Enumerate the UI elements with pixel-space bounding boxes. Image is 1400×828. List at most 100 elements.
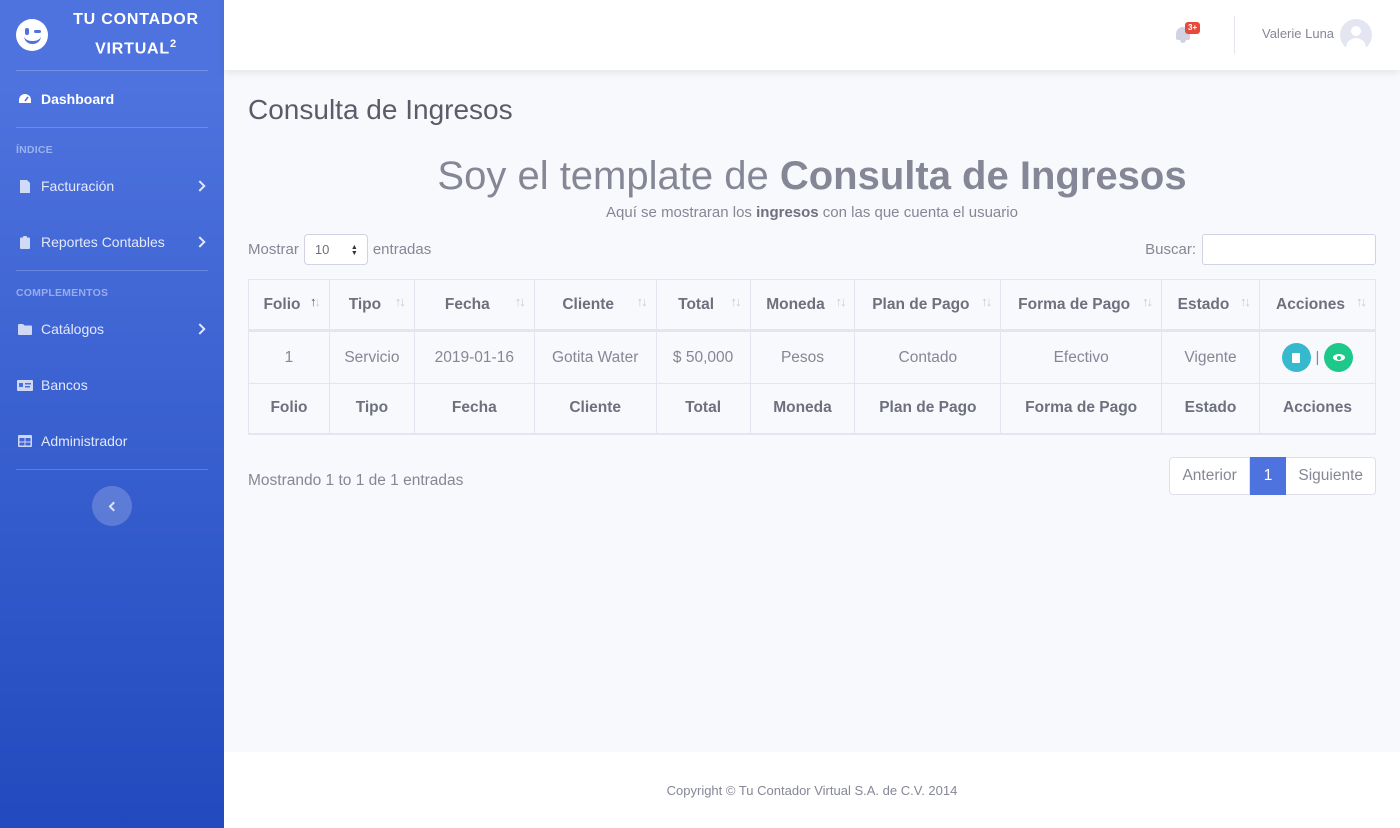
column-header-folio[interactable]: Folio ↑↓ [248, 279, 330, 332]
column-header-total[interactable]: Total ↑↓ [655, 279, 751, 332]
footer-fecha: Fecha [413, 383, 535, 435]
footer-acciones: Acciones [1258, 383, 1377, 435]
brand-line1: TU CONTADOR [73, 11, 199, 29]
search-label: Buscar: [1145, 240, 1196, 258]
sidebar-item-dashboard[interactable]: Dashboard [0, 71, 224, 127]
sort-icon: ↑↓ [835, 294, 846, 309]
brand-superscript: 2 [170, 38, 177, 51]
sort-icon: ↑↓ [1356, 294, 1367, 309]
page-length-control: Mostrar 10 ▲ ▼ entradas [248, 233, 431, 265]
tachometer-icon [16, 92, 34, 106]
footer-plan-de-pago: Plan de Pago [854, 383, 1002, 435]
hero-subtitle: Aquí se mostraran los ingresos con las q… [248, 204, 1376, 221]
column-label: Forma de Pago [1018, 295, 1131, 313]
table-icon [16, 434, 34, 448]
column-label: Fecha [444, 295, 490, 313]
footer-folio: Folio [248, 383, 330, 435]
sidebar-heading-complementos: COMPLEMENTOS [16, 287, 109, 299]
ingresos-table: Folio ↑↓ Tipo ↑↓ Fecha ↑↓ Cliente ↑↓ Total ↑↓… [248, 279, 1377, 435]
hero-heading: Soy el template de Consulta de Ingresos [248, 152, 1376, 200]
file-icon [1292, 352, 1301, 363]
topbar-divider [1234, 16, 1235, 54]
hero-prefix: Soy el template de [437, 154, 780, 198]
table-row: 1 Servicio 2019-01-16 Gotita Water $ 50,… [248, 330, 1377, 384]
footer-total: Total [655, 383, 751, 435]
sidebar-item-label: Facturación [41, 178, 115, 194]
main-content: Consulta de Ingresos Soy el template de … [224, 70, 1400, 752]
cell-forma-de-pago: Efectivo [1000, 330, 1163, 384]
entries-label: entradas [372, 240, 432, 258]
user-name[interactable]: Valerie Luna [1262, 26, 1334, 41]
user-avatar-icon[interactable] [1340, 19, 1372, 51]
footer: Copyright © Tu Contador Virtual S.A. de … [224, 752, 1400, 828]
column-label: Plan de Pago [872, 295, 970, 313]
sidebar-item-facturacion[interactable]: Facturación [0, 158, 224, 214]
subtitle-suffix: con las que cuenta el usuario [818, 204, 1018, 221]
footer-estado: Estado [1161, 383, 1260, 435]
view-document-button[interactable] [1281, 343, 1311, 372]
subtitle-prefix: Aquí se mostraran los [606, 204, 757, 221]
file-icon [16, 179, 34, 193]
footer-cliente: Cliente [533, 383, 657, 435]
footer-forma-de-pago: Forma de Pago [1000, 383, 1163, 435]
table-controls: Mostrar 10 ▲ ▼ entradas Buscar: [248, 233, 1376, 279]
table-footer-row: Folio Tipo Fecha Cliente Total Moneda Pl… [248, 383, 1377, 435]
notification-count-badge: 3+ [1185, 22, 1201, 34]
column-header-moneda[interactable]: Moneda ↑↓ [749, 279, 856, 332]
table-info: Mostrando 1 to 1 de 1 entradas [248, 472, 464, 489]
sidebar-item-catalogos[interactable]: Catálogos [0, 301, 224, 357]
sidebar-heading-indice: ÍNDICE [16, 144, 53, 156]
search-input[interactable] [1202, 233, 1376, 265]
cell-moneda: Pesos [749, 330, 856, 384]
cell-acciones: | [1258, 330, 1377, 384]
brand[interactable]: TU CONTADOR VIRTUAL2 [0, 0, 224, 70]
footer-tipo: Tipo [328, 383, 415, 435]
eye-icon [1332, 354, 1345, 361]
sidebar-item-administrador[interactable]: Administrador [0, 413, 224, 469]
cell-folio: 1 [248, 330, 330, 384]
sidebar-item-bancos[interactable]: Bancos [0, 357, 224, 413]
sidebar-item-reportes-contables[interactable]: Reportes Contables [0, 214, 224, 270]
page-length-value: 10 [314, 241, 330, 257]
pagination-next-button[interactable]: Siguiente [1286, 457, 1376, 495]
cell-total: $ 50,000 [655, 330, 751, 384]
page-length-select[interactable]: 10 ▲ ▼ [303, 233, 368, 265]
sort-icon: ↑↓ [981, 294, 992, 309]
column-label: Folio [263, 295, 301, 313]
column-header-estado[interactable]: Estado ↑↓ [1161, 279, 1260, 332]
pagination-previous-button[interactable]: Anterior [1169, 457, 1250, 495]
sort-icon: ↑↓ [394, 294, 406, 309]
column-label: Moneda [766, 295, 825, 313]
column-header-forma-de-pago[interactable]: Forma de Pago ↑↓ [1000, 279, 1163, 332]
folder-icon [16, 322, 34, 336]
column-label: Estado [1177, 295, 1230, 313]
cell-plan-de-pago: Contado [854, 330, 1002, 384]
pagination-page-button[interactable]: 1 [1249, 457, 1287, 495]
sidebar-item-label: Bancos [41, 377, 88, 393]
action-separator: | [1315, 349, 1320, 366]
brand-line2: VIRTUAL [95, 40, 170, 58]
column-header-acciones[interactable]: Acciones ↑↓ [1258, 279, 1377, 332]
search-control: Buscar: [1145, 233, 1376, 265]
topbar: 3+ Valerie Luna [224, 0, 1400, 70]
row-actions: | [1281, 343, 1354, 372]
view-details-button[interactable] [1324, 343, 1354, 372]
hero-bold: Consulta de Ingresos [779, 154, 1187, 198]
sort-icon: ↑↓ [514, 294, 526, 309]
column-header-fecha[interactable]: Fecha ↑↓ [413, 279, 535, 332]
sort-icon: ↑↓ [1142, 294, 1153, 309]
column-label: Acciones [1276, 295, 1345, 313]
column-header-cliente[interactable]: Cliente ↑↓ [533, 279, 657, 332]
show-label: Mostrar [248, 240, 299, 258]
sort-icon: ↑↓ [730, 294, 742, 309]
column-header-plan-de-pago[interactable]: Plan de Pago ↑↓ [854, 279, 1002, 332]
sort-icon: ↑↓ [1239, 294, 1251, 309]
chevron-left-icon [108, 501, 119, 511]
column-header-tipo[interactable]: Tipo ↑↓ [328, 279, 415, 332]
sidebar-item-label: Dashboard [41, 91, 115, 107]
sort-asc-icon: ↑↓ [309, 294, 321, 309]
column-label: Total [678, 295, 715, 313]
cell-fecha: 2019-01-16 [413, 330, 535, 384]
chevron-right-icon [194, 236, 206, 248]
sidebar-toggle-button[interactable] [92, 486, 132, 526]
